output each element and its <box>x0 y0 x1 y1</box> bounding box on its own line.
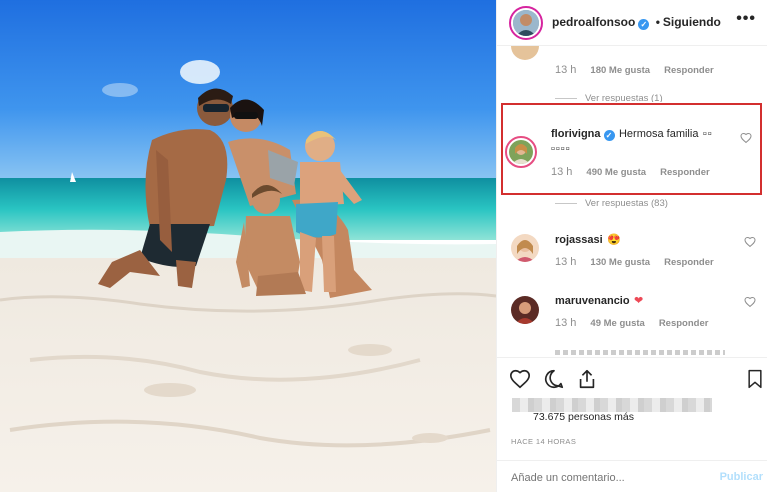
comment-avatar[interactable] <box>511 46 539 60</box>
comment-meta: 13 h 49 Me gusta Responder <box>555 317 708 329</box>
comment-body: rojassasi 😍 <box>555 230 621 248</box>
post-actions-section: 73.675 personas más HACE 14 HORAS Public… <box>497 357 767 492</box>
reply-button[interactable]: Responder <box>659 318 709 329</box>
next-comment-peek <box>555 350 725 355</box>
comment-time[interactable]: 13 h <box>555 64 576 76</box>
comment-body: maruvenancio ❤ <box>555 291 643 309</box>
highlight-box <box>501 103 762 195</box>
post-photo[interactable] <box>0 0 496 492</box>
view-replies-link[interactable]: Ver respuestas (1) <box>555 93 663 102</box>
comment-avatar[interactable] <box>511 296 539 324</box>
liked-by-blurred <box>512 398 712 412</box>
comment-username[interactable]: rojassasi <box>555 234 603 246</box>
author-avatar[interactable] <box>513 10 539 36</box>
like-heart-icon[interactable] <box>744 296 756 308</box>
following-button[interactable]: Siguiendo <box>663 15 721 29</box>
likes-count[interactable]: 73.675 personas más <box>533 411 634 423</box>
comment-likes[interactable]: 180 Me gusta <box>590 65 650 76</box>
bookmark-icon[interactable] <box>745 368 765 390</box>
comment-meta: 13 h 180 Me gusta Responder <box>555 64 714 76</box>
like-heart-icon[interactable] <box>509 368 531 390</box>
comment-time[interactable]: 13 h <box>555 256 576 268</box>
rojassasi-avatar-image <box>511 234 539 262</box>
comment-meta: 13 h 130 Me gusta Responder <box>555 256 714 268</box>
comments-panel: pedroalfonsoo ✓ • Siguiendo ••• 13 h 180 Me… <box>496 0 767 492</box>
view-replies-link[interactable]: Ver respuestas (83) <box>555 198 668 209</box>
verified-icon: ✓ <box>638 19 650 30</box>
comment-bubble-icon[interactable] <box>543 368 565 390</box>
post-header: pedroalfonsoo ✓ • Siguiendo ••• <box>497 0 767 46</box>
comment-composer: Publicar <box>497 460 767 492</box>
comment-username[interactable]: maruvenancio <box>555 295 630 307</box>
publish-button[interactable]: Publicar <box>720 471 763 483</box>
maruvenancio-avatar-image <box>511 296 539 324</box>
reply-button[interactable]: Responder <box>664 257 714 268</box>
comment-emoji: 😍 <box>607 234 621 246</box>
post-timestamp: HACE 14 HORAS <box>511 437 577 446</box>
author-username[interactable]: pedroalfonsoo <box>552 15 635 29</box>
comment-time[interactable]: 13 h <box>555 317 576 329</box>
comment-avatar[interactable] <box>511 234 539 262</box>
like-heart-icon[interactable] <box>744 236 756 248</box>
author-line: pedroalfonsoo ✓ • Siguiendo <box>552 15 721 30</box>
author-avatar-image <box>513 10 539 36</box>
comment-likes[interactable]: 130 Me gusta <box>590 257 650 268</box>
comment-emoji: ❤ <box>634 295 644 307</box>
separator-dot: • <box>655 15 660 29</box>
comment-likes[interactable]: 49 Me gusta <box>590 318 644 329</box>
comment-input[interactable] <box>511 472 701 484</box>
beach-family-photo <box>0 0 496 492</box>
more-options-icon[interactable]: ••• <box>736 10 756 28</box>
reply-button[interactable]: Responder <box>664 65 714 76</box>
share-icon[interactable] <box>576 368 598 390</box>
